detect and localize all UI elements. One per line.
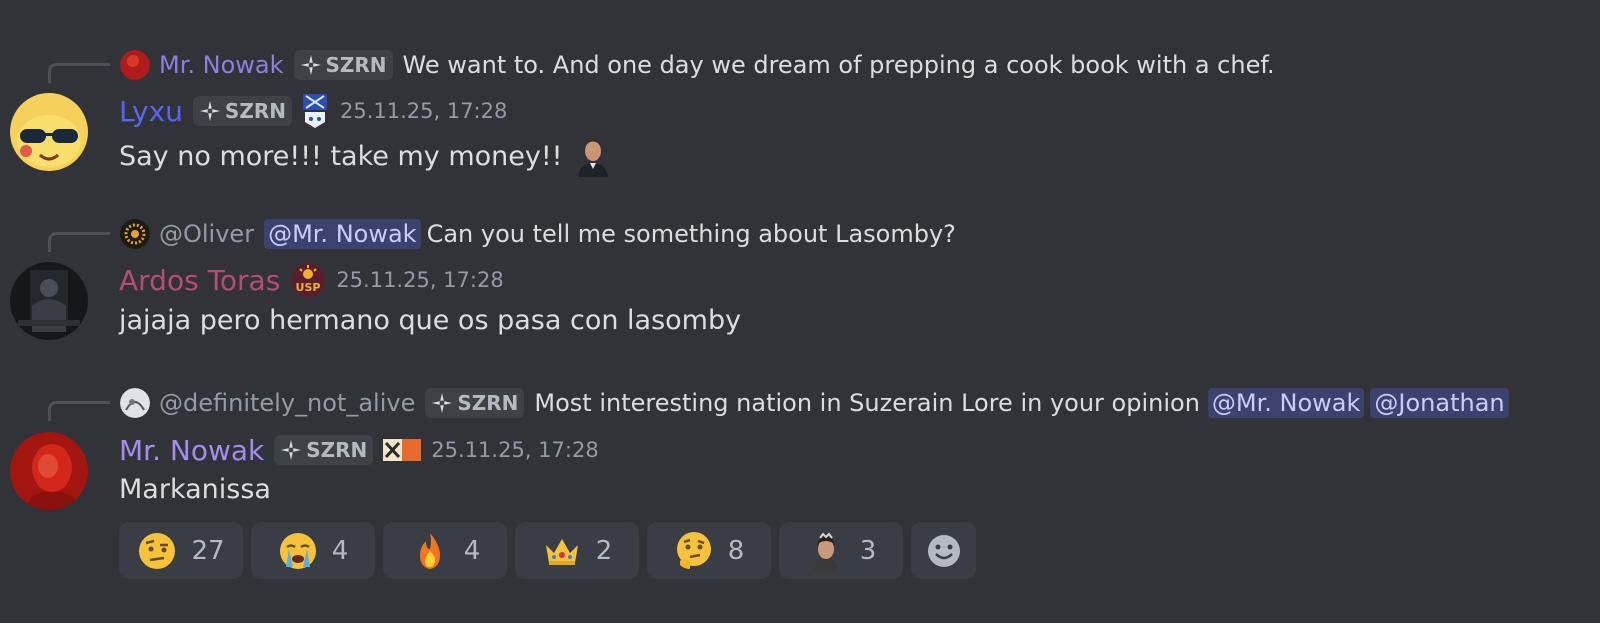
add-reaction-button[interactable] xyxy=(911,522,976,579)
timestamp[interactable]: 25.11.25, 17:28 xyxy=(340,99,507,123)
reaction-fire[interactable]: 4 xyxy=(383,522,507,579)
timestamp[interactable]: 25.11.25, 17:28 xyxy=(336,268,503,292)
svg-text:USP: USP xyxy=(296,281,321,294)
reply-avatar xyxy=(120,219,150,249)
reply-text: We want to. And one day we dream of prep… xyxy=(402,51,1275,79)
szrn-star-icon xyxy=(431,392,453,414)
guild-tag: SZRN xyxy=(293,50,393,80)
reply-avatar xyxy=(120,50,150,80)
thinking-face-icon xyxy=(676,531,711,569)
reaction-raised-eyebrow[interactable]: 27 xyxy=(119,522,243,579)
reaction-bar: 27 4 4 2 8 3 xyxy=(119,522,984,579)
username[interactable]: Lyxu xyxy=(119,95,183,128)
szrn-star-icon xyxy=(199,100,221,122)
reply-author[interactable]: @definitely_not_alive xyxy=(159,389,415,417)
message-header: Mr. Nowak SZRN 25.11.25, 17:28 xyxy=(119,430,599,470)
guild-tag: SZRN xyxy=(274,435,374,465)
message-content: Markanissa xyxy=(119,474,271,505)
reaction-count: 2 xyxy=(595,535,613,566)
smiley-add-icon xyxy=(927,534,960,567)
username[interactable]: Ardos Toras xyxy=(119,264,280,297)
reply-avatar xyxy=(120,388,150,418)
fire-icon xyxy=(419,532,440,569)
reaction-count: 8 xyxy=(727,535,745,566)
reply-connector xyxy=(48,63,110,83)
message-content: Say no more!!! take my money!! xyxy=(119,135,615,177)
user-mention[interactable]: @Mr. Nowak xyxy=(264,219,421,249)
guild-tag: SZRN xyxy=(192,96,292,126)
szrn-star-icon xyxy=(280,439,302,461)
username[interactable]: Mr. Nowak xyxy=(119,434,264,467)
reaction-crown[interactable]: 2 xyxy=(515,522,639,579)
role-icon xyxy=(302,94,327,128)
szrn-star-icon xyxy=(300,54,322,76)
reply-preview[interactable]: @Oliver @Mr. Nowak Can you tell me somet… xyxy=(120,217,956,251)
usp-role-icon: USP xyxy=(291,263,326,297)
message-header: Ardos Toras USP 25.11.25, 17:28 xyxy=(119,260,504,300)
reply-connector xyxy=(48,232,110,252)
reaction-count: 3 xyxy=(859,535,877,566)
reply-preview[interactable]: Mr. Nowak SZRN We want to. And one day w… xyxy=(120,48,1275,82)
guild-tag: SZRN xyxy=(425,388,525,418)
reply-connector xyxy=(48,401,110,421)
reply-author[interactable]: @Oliver xyxy=(159,220,254,248)
reaction-crying[interactable]: 4 xyxy=(251,522,375,579)
crown-icon xyxy=(545,538,578,565)
message-header: Lyxu SZRN 25.11.25, 17:28 xyxy=(119,91,507,131)
user-mention[interactable]: @Jonathan xyxy=(1370,388,1509,418)
reaction-count: 4 xyxy=(331,535,349,566)
reaction-count: 4 xyxy=(463,535,481,566)
raised-eyebrow-face-icon xyxy=(139,532,176,569)
avatar[interactable] xyxy=(10,93,88,171)
message-content: jajaja pero hermano que os pasa con laso… xyxy=(119,305,742,336)
portrait-emoji-icon xyxy=(572,135,615,177)
reply-text: Most interesting nation in Suzerain Lore… xyxy=(534,389,1200,417)
timestamp[interactable]: 25.11.25, 17:28 xyxy=(431,438,598,462)
reaction-thinking[interactable]: 8 xyxy=(647,522,771,579)
crying-face-icon xyxy=(279,532,316,569)
reply-author[interactable]: Mr. Nowak xyxy=(159,51,284,79)
reaction-count: 27 xyxy=(191,535,225,566)
user-mention[interactable]: @Mr. Nowak xyxy=(1207,388,1365,418)
flag-role-icon xyxy=(383,439,422,461)
reaction-portrait[interactable]: 3 xyxy=(779,522,903,579)
reply-preview[interactable]: @definitely_not_alive SZRN Most interest… xyxy=(120,386,1515,420)
avatar[interactable] xyxy=(10,432,88,510)
reply-text: Can you tell me something about Lasomby? xyxy=(426,220,956,248)
avatar[interactable] xyxy=(10,262,88,340)
portrait-custom-emoji-icon xyxy=(813,531,838,571)
